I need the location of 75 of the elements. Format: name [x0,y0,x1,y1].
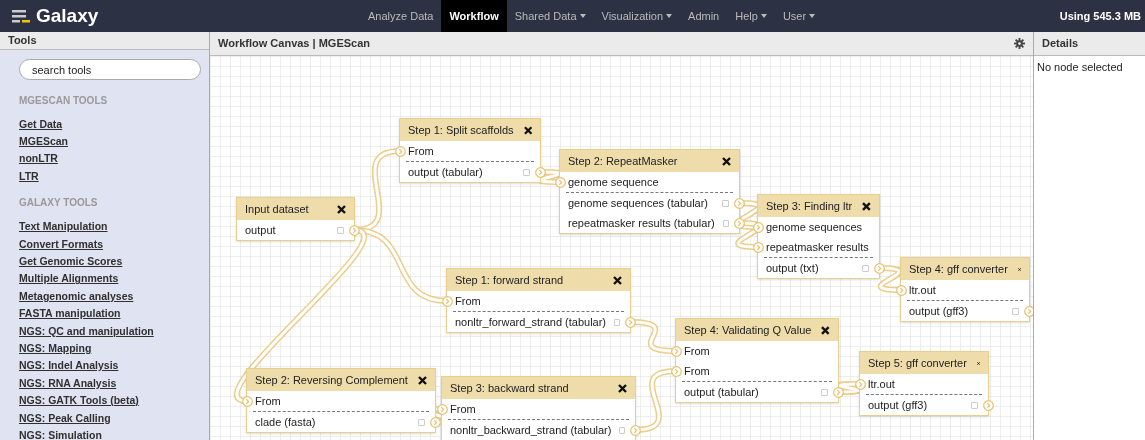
workflow-node[interactable]: Step 5: gff converter ltr.out output (gff3) [859,351,989,416]
workflow-node[interactable]: Step 4: gff converter ltr.out output (gff3) [900,257,1030,322]
node-title: Step 2: Reversing Complement [255,372,408,388]
input-label: From [408,143,434,159]
output-label: output (gff3) [868,397,928,413]
workflow-node[interactable]: Step 3: backward strand From nonltr_backward_strand (tabular) [441,376,636,440]
section-heading: MGESCAN TOOLS [19,93,109,108]
workflow-node[interactable]: Step 4: Validating Q Value From From output (tabular) [675,318,839,403]
output-label: clade (fasta) [255,414,316,430]
input-label: repeatmasker results [766,239,869,255]
node-title: Step 5: gff converter [868,355,967,371]
canvas-title: Workflow Canvas | MGEScan [218,36,371,52]
output-label: nonltr_forward_strand (tabular) [455,314,607,330]
nav-tab[interactable]: Analyze Data [360,0,442,32]
input-label: ltr.out [868,376,895,392]
output-label: output [245,222,276,238]
nav-tab[interactable]: Workflow [441,0,507,32]
tool-link[interactable]: NGS: Indel Analysis [19,357,119,375]
node-title: Input dataset [245,201,309,217]
input-label: From [684,343,710,359]
workflow-node[interactable]: Step 1: Split scaffolds From output (tabular) [399,118,541,183]
node-title: Step 1: Split scaffolds [408,122,514,138]
workflow-node[interactable]: Step 3: Finding ltr genome sequences repeatmasker results output (txt) [757,194,880,279]
input-label: ltr.out [909,282,936,298]
tool-link[interactable]: Get Data [19,115,63,133]
tool-link[interactable]: Multiple Alignments [19,270,119,288]
output-label: output (tabular) [684,384,759,400]
nav-tab[interactable]: Shared Data [506,0,594,32]
panel-title: Details [1042,36,1079,52]
workflow-node[interactable]: Step 2: RepeatMasker genome sequence genome sequences (tabular) repeatmasker results (tabular) [559,149,740,234]
node-title: Step 2: RepeatMasker [568,153,678,169]
input-label: genome sequence [568,174,659,190]
node-title: Step 4: gff converter [909,261,1008,277]
input-label: From [255,393,281,409]
workflow-node[interactable]: Step 2: Reversing Complement From clade (fasta) [246,368,436,433]
tool-link[interactable]: FASTA manipulation [19,305,121,323]
tool-link[interactable]: NGS: QC and manipulation [19,322,154,340]
nav-tab[interactable]: Visualization [593,0,681,32]
tool-link[interactable]: Get Genomic Scores [19,252,123,271]
output-label: nonltr_backward_strand (tabular) [450,422,612,438]
nav-tab[interactable]: Help [727,0,775,32]
input-label: From [455,293,481,309]
workflow-node[interactable]: Step 1: forward strand From nonltr_forward_strand (tabular) [446,268,631,333]
node-title: Step 1: forward strand [455,272,564,288]
input-label: From [684,363,710,379]
output-label: output (txt) [766,260,819,276]
tool-link[interactable]: Metagenomic analyses [19,287,134,306]
search-field[interactable]: search tools [19,59,201,80]
tool-link[interactable]: MGEScan [19,132,68,151]
output-label: output (tabular) [408,164,483,180]
tool-link[interactable]: nonLTR [19,150,58,168]
input-label: From [450,401,476,417]
node-title: Step 4: Validating Q Value [684,322,812,338]
workflow-node[interactable]: Input dataset output [236,197,355,241]
output-label: output (gff3) [909,303,969,319]
node-title: Step 3: backward strand [450,380,569,396]
usage-label: Using 545.3 MB [1059,8,1142,24]
tool-link[interactable]: LTR [19,167,39,186]
nav-tab[interactable]: Admin [680,0,728,32]
tool-link[interactable]: NGS: RNA Analysis [19,374,117,393]
tool-link[interactable]: Text Manipulation [19,218,108,236]
panel-title: Tools [8,33,37,48]
node-title: Step 3: Finding ltr [766,198,853,214]
tool-link[interactable]: NGS: Simulation [19,427,102,440]
tool-link[interactable]: NGS: Peak Calling [19,409,111,427]
brand-title[interactable]: Galaxy [36,1,99,31]
section-heading: GALAXY TOOLS [19,196,99,211]
output-label: repeatmasker results (tabular) [568,215,715,231]
tool-link[interactable]: NGS: Mapping [19,339,92,358]
tool-link[interactable]: NGS: GATK Tools (beta) [19,392,139,410]
nav-tab[interactable]: User [774,0,824,32]
input-label: genome sequences [766,219,862,235]
output-label: genome sequences (tabular) [568,195,709,211]
tool-link[interactable]: Convert Formats [19,235,103,253]
details-message: No node selected [1036,60,1124,75]
